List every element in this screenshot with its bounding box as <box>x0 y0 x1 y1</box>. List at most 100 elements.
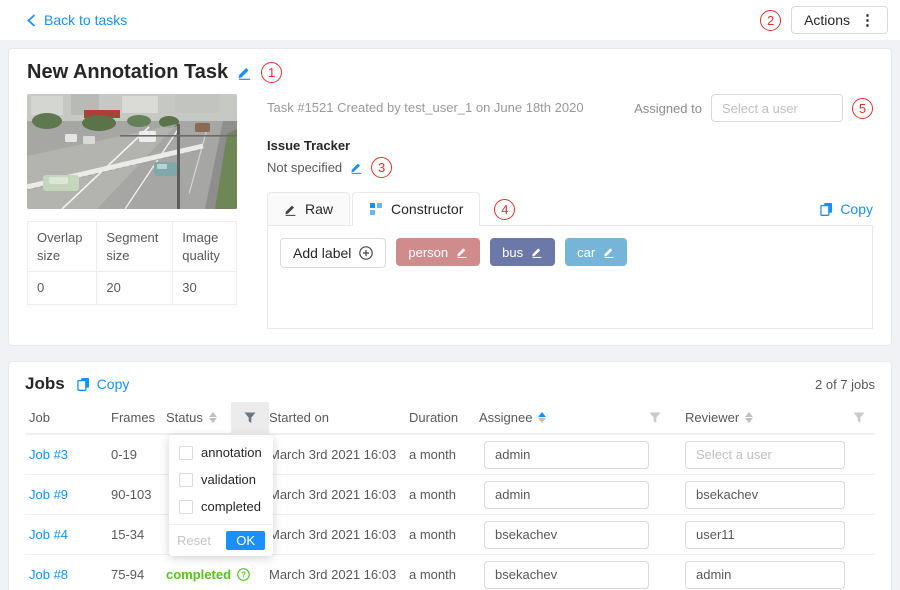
filter-ok-button[interactable]: OK <box>226 531 265 550</box>
frames-cell: 15-34 <box>111 527 144 542</box>
add-label-button-label: Add label <box>293 245 351 261</box>
annotation-marker-2: 2 <box>760 10 781 31</box>
jobs-card: Jobs Copy 2 of 7 jobs Job Frames Status … <box>8 361 892 590</box>
block-icon <box>369 202 383 216</box>
copy-labels-label: Copy <box>840 201 873 217</box>
task-meta-text: Task #1521 Created by test_user_1 on Jun… <box>267 94 584 115</box>
task-params-table: Overlap size Segment size Image quality … <box>27 221 237 305</box>
col-header-frames: Frames <box>111 410 155 425</box>
labels-editor-tabs: Raw Constructor 4 Copy <box>267 192 873 226</box>
label-chip-car[interactable]: car <box>565 238 627 266</box>
col-header-started: Started on <box>269 410 329 425</box>
tab-constructor[interactable]: Constructor <box>352 192 480 226</box>
reviewer-input[interactable] <box>685 561 845 589</box>
issue-tracker-value: Not specified <box>267 160 342 175</box>
chevron-left-icon <box>26 14 37 27</box>
duration-cell: a month <box>409 567 456 582</box>
jobs-title: Jobs <box>25 374 65 394</box>
filter-option-annotation[interactable]: annotation <box>169 439 273 466</box>
tab-raw[interactable]: Raw <box>267 192 350 226</box>
checkbox-unchecked[interactable] <box>179 473 193 487</box>
checkbox-unchecked[interactable] <box>179 500 193 514</box>
status-cell-completed: completed ? <box>166 567 250 582</box>
param-header-quality: Image quality <box>173 222 237 272</box>
edit-title-icon[interactable] <box>237 65 252 80</box>
annotation-marker-4: 4 <box>494 199 515 220</box>
job-link[interactable]: Job #3 <box>29 447 68 462</box>
param-header-overlap: Overlap size <box>28 222 97 272</box>
jobs-count: 2 of 7 jobs <box>815 377 875 392</box>
frames-cell: 90-103 <box>111 487 151 502</box>
copy-jobs-link[interactable]: Copy <box>77 376 130 392</box>
started-cell: March 3rd 2021 16:03 <box>269 447 396 462</box>
col-header-assignee-sort[interactable]: Assignee <box>479 402 671 433</box>
edit-label-icon[interactable] <box>456 246 468 258</box>
duration-cell: a month <box>409 527 456 542</box>
filter-option-completed[interactable]: completed <box>169 493 273 520</box>
job-link[interactable]: Job #4 <box>29 527 68 542</box>
svg-text:?: ? <box>241 570 246 579</box>
started-cell: March 3rd 2021 16:03 <box>269 567 396 582</box>
job-row: Job #8 75-94 completed ? March 3rd 2021 … <box>25 554 875 590</box>
filter-option-validation[interactable]: validation <box>169 466 273 493</box>
pencil-icon <box>284 203 297 216</box>
param-value-segment: 20 <box>97 272 173 305</box>
sort-icon <box>209 412 217 423</box>
issue-tracker-label: Issue Tracker <box>267 138 873 153</box>
back-to-tasks-link[interactable]: Back to tasks <box>26 12 127 28</box>
edit-label-icon[interactable] <box>531 246 543 258</box>
col-header-reviewer-sort[interactable]: Reviewer <box>671 402 875 433</box>
annotation-marker-1: 1 <box>261 62 282 83</box>
frames-cell: 75-94 <box>111 567 144 582</box>
label-chip-bus-name: bus <box>502 245 523 260</box>
assignee-input[interactable] <box>484 441 649 469</box>
copy-labels-link[interactable]: Copy <box>820 201 873 217</box>
job-row: Job #4 15-34 March 3rd 2021 16:03 a mont… <box>25 514 875 554</box>
back-link-label: Back to tasks <box>44 12 127 28</box>
annotation-marker-3: 3 <box>371 157 392 178</box>
filter-reset-button[interactable]: Reset <box>177 533 211 548</box>
plus-circle-icon <box>359 246 373 260</box>
tab-raw-label: Raw <box>305 201 333 217</box>
status-filter-button[interactable] <box>231 402 269 433</box>
sort-icon-active <box>538 412 546 423</box>
edit-issue-tracker-icon[interactable] <box>350 161 363 174</box>
started-cell: March 3rd 2021 16:03 <box>269 527 396 542</box>
actions-button[interactable]: Actions ⋮ <box>791 6 888 34</box>
job-row: Job #3 0-19 March 3rd 2021 16:03 a month <box>25 434 875 474</box>
edit-label-icon[interactable] <box>603 246 615 258</box>
duration-cell: a month <box>409 447 456 462</box>
label-chip-person[interactable]: person <box>396 238 480 266</box>
annotation-marker-5: 5 <box>852 98 873 119</box>
add-label-button[interactable]: Add label <box>280 238 386 268</box>
assignee-input[interactable] <box>484 561 649 589</box>
job-link[interactable]: Job #8 <box>29 567 68 582</box>
reviewer-input[interactable] <box>685 481 845 509</box>
question-circle-icon[interactable]: ? <box>237 568 250 581</box>
reviewer-filter-button[interactable] <box>853 412 865 424</box>
col-header-status-sort[interactable]: Status <box>166 402 231 433</box>
reviewer-input[interactable] <box>685 521 845 549</box>
task-title: New Annotation Task <box>27 61 228 84</box>
assignee-input[interactable] <box>484 481 649 509</box>
status-filter-dropdown: annotation validation completed Reset OK <box>169 435 273 556</box>
job-link[interactable]: Job #9 <box>29 487 68 502</box>
actions-button-label: Actions <box>804 12 850 28</box>
jobs-table: Job Frames Status Started on Duration As… <box>25 402 875 590</box>
assignee-input[interactable] <box>484 521 649 549</box>
job-row: Job #9 90-103 March 3rd 2021 16:03 a mon… <box>25 474 875 514</box>
assignee-filter-button[interactable] <box>649 412 661 424</box>
param-value-overlap: 0 <box>28 272 97 305</box>
top-bar: Back to tasks 2 Actions ⋮ <box>0 0 900 40</box>
tab-constructor-label: Constructor <box>391 201 463 217</box>
label-chip-person-name: person <box>408 245 448 260</box>
col-header-duration: Duration <box>409 410 458 425</box>
reviewer-input[interactable] <box>685 441 845 469</box>
param-value-quality: 30 <box>173 272 237 305</box>
label-chip-bus[interactable]: bus <box>490 238 555 266</box>
checkbox-unchecked[interactable] <box>179 446 193 460</box>
task-assignee-input[interactable] <box>711 94 843 122</box>
started-cell: March 3rd 2021 16:03 <box>269 487 396 502</box>
col-header-job: Job <box>29 410 50 425</box>
sort-icon <box>745 412 753 423</box>
